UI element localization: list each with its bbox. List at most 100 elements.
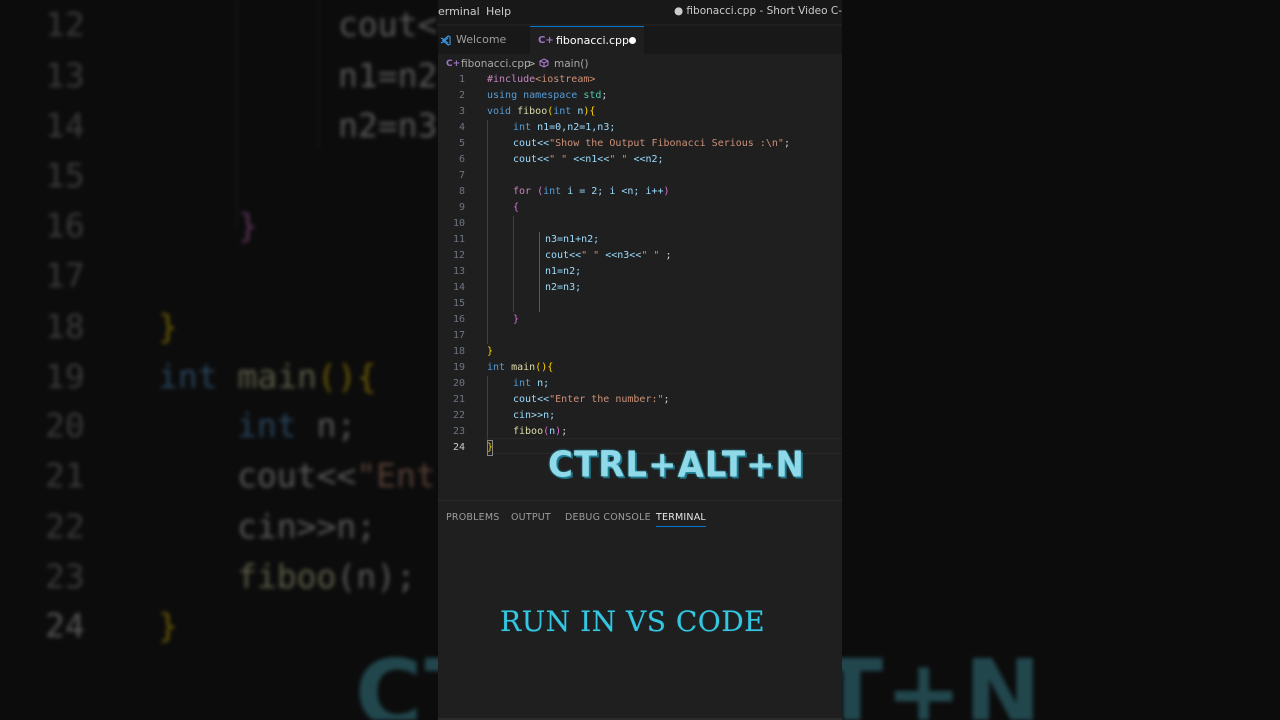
- bg-indent-guide: [236, 0, 237, 230]
- bg-code-text: n1=n2: [338, 56, 438, 95]
- bg-line-number: 21: [45, 456, 85, 495]
- bg-line-number: 18: [45, 307, 85, 346]
- code-line: 17: [438, 328, 842, 344]
- line-number: 5: [458, 138, 465, 149]
- bracket: ): [663, 186, 670, 197]
- keyword: using: [487, 90, 518, 101]
- bg-paren: (): [316, 357, 357, 396]
- code-text: n1=n2;: [545, 266, 582, 277]
- breadcrumb-file[interactable]: fibonacci.cpp: [461, 56, 531, 72]
- menu-help[interactable]: Help: [486, 5, 511, 18]
- bracket: (: [531, 186, 544, 197]
- code-line: 2 using namespace std;: [438, 88, 842, 104]
- code-text: n;: [537, 378, 550, 389]
- keyword: int: [553, 106, 572, 117]
- tab-fibonacci-label: fibonacci.cpp: [556, 34, 630, 47]
- string-literal: " ": [581, 250, 600, 261]
- bg-line-number: 16: [45, 206, 85, 245]
- include-header: <iostream>: [535, 74, 596, 85]
- line-number: 2: [458, 90, 465, 101]
- keyword: int: [513, 378, 532, 389]
- bg-code-text: (n);: [336, 557, 416, 596]
- code-text: n3=n1+n2;: [545, 234, 600, 245]
- tab-problems[interactable]: PROBLEMS: [446, 512, 499, 523]
- code-line: 3 void fiboo(int n){: [438, 104, 842, 120]
- keyword: int: [543, 186, 562, 197]
- code-line: 22 cin>>n;: [438, 408, 842, 424]
- preprocessor-directive: #include: [487, 74, 536, 85]
- bg-function: fiboo: [237, 557, 337, 596]
- bg-code-text: }: [158, 307, 178, 346]
- bg-code-text: }: [158, 606, 178, 645]
- code-line: 1 #include<iostream>: [438, 72, 842, 88]
- method-cube-icon: [539, 56, 549, 72]
- line-number: 14: [452, 282, 465, 293]
- code-line: 9{: [438, 200, 842, 216]
- code-text: n2=n3;: [545, 282, 582, 293]
- line-number: 4: [458, 122, 465, 133]
- tab-output[interactable]: OUTPUT: [511, 512, 551, 523]
- bg-line-number: 15: [45, 156, 85, 195]
- code-editor[interactable]: 1 #include<iostream> 2 using namespace std…: [438, 72, 842, 460]
- code-line: 12 cout<<" " <<n3<<" " ;: [438, 248, 842, 264]
- code-punct: ;: [783, 138, 790, 149]
- code-line: 15: [438, 296, 842, 312]
- code-text: cout<<: [545, 250, 582, 261]
- code-line: 5 cout<<"Show the Output Fibonacci Seriou…: [438, 136, 842, 152]
- tab-fibonacci[interactable]: C+ fibonacci.cpp: [530, 26, 644, 54]
- line-number: 13: [452, 266, 465, 277]
- menu-terminal[interactable]: erminal: [438, 5, 480, 18]
- bg-line-number: 24: [45, 606, 85, 645]
- line-number: 1: [458, 74, 465, 85]
- line-number: 15: [452, 298, 465, 309]
- vscode-window: erminal Help ● fibonacci.cpp - Short Vid…: [438, 0, 842, 720]
- caption-overlay: RUN IN VS CODE: [500, 605, 766, 638]
- bracket: {: [589, 106, 596, 117]
- line-number: 21: [452, 394, 465, 405]
- function-name: main: [511, 362, 536, 373]
- bracket: (): [535, 362, 548, 373]
- keyword: for: [513, 186, 532, 197]
- code-line: 16}: [438, 312, 842, 328]
- breadcrumb: C+ fibonacci.cpp > main(): [438, 56, 842, 72]
- bg-line-number: 23: [45, 557, 85, 596]
- keyword: int: [487, 362, 506, 373]
- breadcrumb-symbol[interactable]: main(): [554, 56, 588, 72]
- cpp-file-icon: C+: [446, 59, 461, 69]
- line-number: 23: [452, 426, 465, 437]
- bg-keyword: int: [237, 406, 297, 445]
- window-title: ● fibonacci.cpp - Short Video C-: [673, 5, 842, 17]
- unsaved-dot-icon[interactable]: [629, 37, 636, 44]
- code-text: cout<<: [513, 154, 550, 165]
- bg-indent-guide: [318, 0, 319, 150]
- bg-string: "Ent: [356, 456, 436, 495]
- string-literal: "Enter the number:": [549, 394, 664, 405]
- line-number: 11: [452, 234, 465, 245]
- line-number: 10: [452, 218, 465, 229]
- bg-line-number: 14: [45, 106, 85, 145]
- line-number: 8: [458, 186, 465, 197]
- code-line: 7: [438, 168, 842, 184]
- bg-code-text: cin>>n;: [237, 507, 377, 546]
- code-punct: ;: [601, 90, 608, 101]
- code-punct: ;: [561, 426, 568, 437]
- line-number: 24: [452, 442, 465, 453]
- bracket: {: [513, 202, 520, 213]
- code-line: 13 n1=n2;: [438, 264, 842, 280]
- tab-debug-console[interactable]: DEBUG CONSOLE: [565, 512, 651, 523]
- bg-code-text: n;: [316, 406, 357, 445]
- code-text: n1=0,n2=1,n3;: [537, 122, 616, 133]
- code-text: cout<<: [513, 394, 550, 405]
- breadcrumb-separator: >: [527, 58, 536, 70]
- bg-code-text: }: [238, 206, 258, 245]
- tab-terminal[interactable]: TERMINAL: [656, 512, 706, 527]
- code-line: 19 int main(){: [438, 360, 842, 376]
- line-number: 20: [452, 378, 465, 389]
- bracket: {: [547, 362, 554, 373]
- bg-line-number: 17: [45, 256, 85, 295]
- tab-welcome[interactable]: Welcome: [438, 26, 530, 54]
- code-line: 11 n3=n1+n2;: [438, 232, 842, 248]
- code-line: 10: [438, 216, 842, 232]
- code-line: 23 fiboo(n);: [438, 424, 842, 440]
- vscode-logo-icon: [440, 26, 451, 54]
